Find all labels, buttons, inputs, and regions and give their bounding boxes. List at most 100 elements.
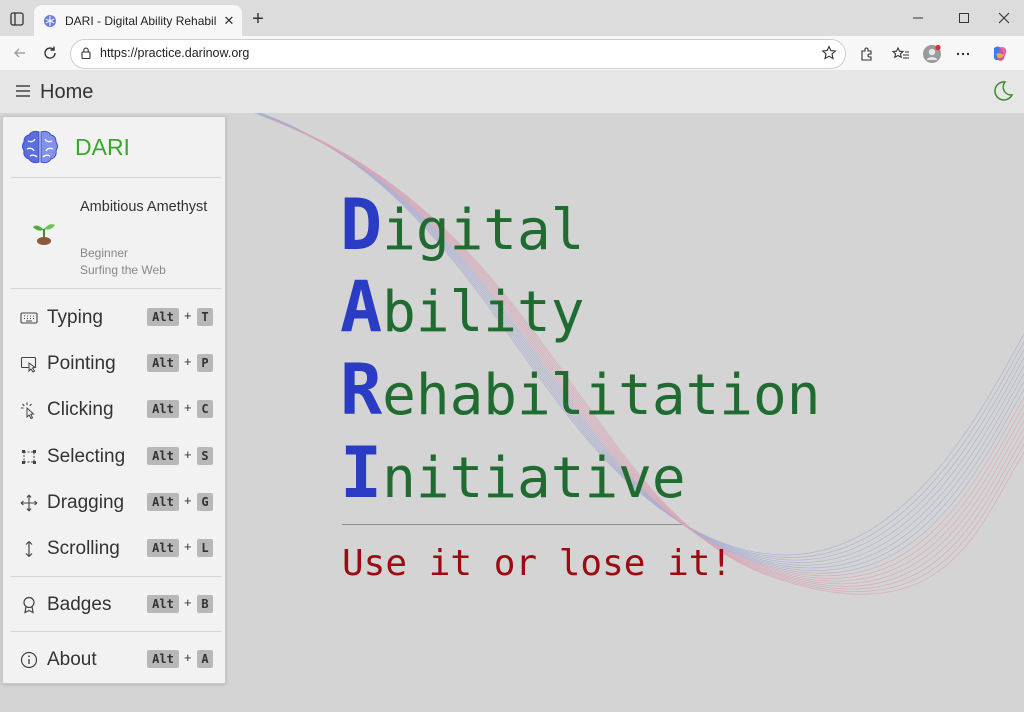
nav-label: Scrolling bbox=[47, 538, 120, 559]
kbd-plus: + bbox=[184, 400, 192, 415]
info-icon bbox=[19, 650, 39, 670]
nav-label: Typing bbox=[47, 307, 103, 328]
divider bbox=[11, 631, 221, 632]
kbd-key: C bbox=[197, 400, 213, 418]
browser-tab-bar: DARI - Digital Ability Rehabilitation In… bbox=[0, 0, 1024, 36]
divider bbox=[11, 177, 221, 178]
kbd-key: L bbox=[197, 539, 213, 557]
brain-logo-icon bbox=[19, 126, 61, 168]
hero-line-digital: Digital bbox=[340, 184, 584, 266]
badge-icon bbox=[19, 595, 39, 615]
brand[interactable]: DARI bbox=[19, 125, 130, 169]
hero-line-rehabilitation: Rehabilitation bbox=[340, 349, 820, 431]
nav-item-clicking[interactable]: Clicking Alt + C bbox=[3, 388, 225, 432]
nav-label: Clicking bbox=[47, 399, 114, 420]
kbd-modifier: Alt bbox=[147, 308, 179, 326]
sidebar: DARI Ambitious Amethyst Beginner Surfing… bbox=[2, 116, 226, 684]
kbd-key: A bbox=[197, 650, 213, 668]
tagline: Use it or lose it! bbox=[342, 543, 733, 584]
nav-item-scrolling[interactable]: Scrolling Alt + L bbox=[3, 527, 225, 571]
kbd-plus: + bbox=[184, 539, 192, 554]
maximize-icon[interactable] bbox=[950, 6, 978, 30]
kbd-plus: + bbox=[184, 447, 192, 462]
kbd-modifier: Alt bbox=[147, 447, 179, 465]
nav-item-dragging[interactable]: Dragging Alt + G bbox=[3, 481, 225, 525]
kbd-modifier: Alt bbox=[147, 400, 179, 418]
hero-initial: D bbox=[340, 184, 383, 266]
keyboard-icon bbox=[19, 308, 39, 328]
kbd-modifier: Alt bbox=[147, 493, 179, 511]
window-close-icon[interactable] bbox=[990, 6, 1018, 30]
reload-icon[interactable] bbox=[38, 42, 62, 64]
url-text[interactable]: https://practice.darinow.org bbox=[100, 46, 249, 60]
hero-line-ability: Ability bbox=[340, 266, 584, 348]
kbd-plus: + bbox=[184, 354, 192, 369]
tab-title: DARI - Digital Ability Rehabilitation In… bbox=[65, 13, 217, 28]
hero-word: nitiative bbox=[382, 446, 686, 511]
user-profile: Ambitious Amethyst Beginner Surfing the … bbox=[3, 179, 225, 287]
nav-item-selecting[interactable]: Selecting Alt + S bbox=[3, 435, 225, 479]
profile-avatar-icon[interactable] bbox=[922, 44, 942, 64]
kbd-key: T bbox=[197, 308, 213, 326]
hero-initial: R bbox=[340, 349, 383, 431]
browser-tab[interactable]: DARI - Digital Ability Rehabilitation In… bbox=[34, 5, 242, 36]
lock-icon[interactable] bbox=[79, 46, 93, 60]
kbd-plus: + bbox=[184, 493, 192, 508]
hero-word: igital bbox=[382, 198, 585, 263]
nav-item-typing[interactable]: Typing Alt + T bbox=[3, 296, 225, 340]
kbd-modifier: Alt bbox=[147, 595, 179, 613]
page-title: Home bbox=[40, 81, 94, 103]
kbd-plus: + bbox=[184, 595, 192, 610]
extensions-icon[interactable] bbox=[857, 44, 877, 64]
nav-item-pointing[interactable]: Pointing Alt + P bbox=[3, 342, 225, 386]
brand-name: DARI bbox=[75, 133, 130, 160]
favorites-icon[interactable] bbox=[891, 44, 911, 64]
back-arrow-icon[interactable] bbox=[8, 42, 32, 64]
kbd-key: G bbox=[197, 493, 213, 511]
new-tab-button[interactable]: + bbox=[247, 8, 269, 30]
hero-divider bbox=[342, 524, 682, 525]
kbd-modifier: Alt bbox=[147, 539, 179, 557]
profile-level: Beginner bbox=[80, 246, 129, 260]
tab-close-icon[interactable]: ✕ bbox=[221, 13, 237, 29]
scroll-icon bbox=[19, 539, 39, 559]
favorite-star-icon[interactable] bbox=[821, 45, 837, 61]
kbd-plus: + bbox=[184, 308, 192, 323]
profile-name: Ambitious Amethyst bbox=[80, 199, 208, 215]
nav-label: Pointing bbox=[47, 353, 116, 374]
dark-mode-moon-icon[interactable] bbox=[992, 80, 1014, 102]
address-bar[interactable]: https://practice.darinow.org bbox=[70, 39, 846, 69]
pointer-icon bbox=[19, 354, 39, 374]
dari-favicon-icon bbox=[42, 13, 58, 29]
kbd-key: B bbox=[197, 595, 213, 613]
tab-actions-icon[interactable] bbox=[6, 8, 28, 30]
nav-label: About bbox=[47, 649, 97, 670]
hamburger-menu-icon[interactable] bbox=[14, 82, 32, 100]
more-options-icon[interactable] bbox=[953, 44, 973, 64]
kbd-modifier: Alt bbox=[147, 650, 179, 668]
profile-status: Surfing the Web bbox=[80, 263, 166, 277]
sprout-icon bbox=[29, 217, 59, 247]
kbd-key: S bbox=[197, 447, 213, 465]
nav-item-about[interactable]: About Alt + A bbox=[3, 638, 225, 682]
kbd-plus: + bbox=[184, 650, 192, 665]
nav-label: Selecting bbox=[47, 446, 126, 467]
nav-label: Badges bbox=[47, 594, 112, 615]
hero-word: ehabilitation bbox=[382, 363, 821, 428]
hero-initial: A bbox=[340, 266, 383, 348]
divider bbox=[11, 576, 221, 577]
move-icon bbox=[19, 493, 39, 513]
minimize-icon[interactable] bbox=[904, 6, 932, 30]
nav-label: Dragging bbox=[47, 492, 125, 513]
divider bbox=[11, 288, 221, 289]
click-icon bbox=[19, 400, 39, 420]
hero-initial: I bbox=[340, 432, 383, 514]
hero-word: bility bbox=[382, 280, 585, 345]
nav-item-badges[interactable]: Badges Alt + B bbox=[3, 583, 225, 627]
browser-toolbar: https://practice.darinow.org bbox=[0, 36, 1024, 70]
copilot-icon[interactable] bbox=[990, 44, 1010, 64]
kbd-modifier: Alt bbox=[147, 354, 179, 372]
kbd-key: P bbox=[197, 354, 213, 372]
hero-line-initiative: Initiative bbox=[340, 432, 686, 514]
select-icon bbox=[19, 447, 39, 467]
